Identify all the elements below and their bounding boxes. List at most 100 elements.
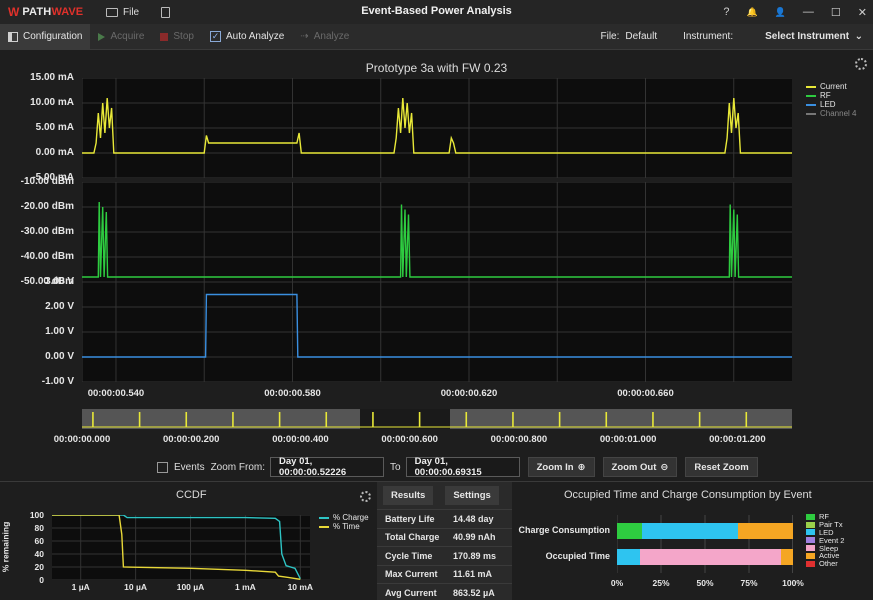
- occupied-category-label: Occupied Time: [545, 551, 610, 561]
- analyze-icon: ⇢: [300, 31, 309, 42]
- legend-swatch: [806, 560, 815, 567]
- stop-button[interactable]: Stop: [152, 24, 202, 50]
- occupied-x-tick: 25%: [652, 578, 670, 588]
- overview-tick-label: 00:00:00.200: [162, 434, 220, 445]
- folder-icon: [106, 7, 118, 17]
- minimize-icon[interactable]: —: [803, 6, 814, 18]
- ccdf-legend: % Charge% Time: [319, 513, 369, 531]
- occupied-plot[interactable]: [617, 515, 793, 573]
- ccdf-legend-item: % Charge: [319, 513, 369, 522]
- chevron-down-icon: ⌄: [851, 31, 863, 42]
- toolbar-right: File: Default Instrument: Select Instrum…: [601, 31, 873, 42]
- checkbox-checked-icon[interactable]: ✓: [209, 31, 221, 42]
- occupied-x-tick: 0%: [610, 578, 624, 588]
- reset-zoom-button[interactable]: Reset Zoom: [685, 457, 758, 477]
- y-tick-label: 0.00 mA: [35, 147, 74, 158]
- events-checkbox[interactable]: [157, 461, 168, 473]
- instrument-label: Instrument:: [683, 31, 734, 42]
- ccdf-series-line: [52, 514, 301, 580]
- ccdf-series-line: [52, 514, 301, 580]
- bar-segment-led: [641, 523, 739, 539]
- logo-text: PATH: [22, 6, 52, 18]
- current-plot[interactable]: [82, 78, 792, 178]
- legend-item: Channel 4: [806, 109, 856, 118]
- overview-tick-label: 00:00:00.400: [272, 434, 329, 445]
- zoom-in-label: Zoom In: [536, 461, 574, 473]
- legend-label: Other: [819, 559, 838, 569]
- analyze-button[interactable]: ⇢ Analyze: [292, 24, 357, 50]
- led-svg: [82, 282, 792, 382]
- legend-swatch: [806, 103, 816, 106]
- x-tick-label: 00:00:00.580: [264, 388, 321, 399]
- x-tick-label: 00:00:00.620: [440, 388, 498, 399]
- y-tick-label: -30.00 dBm: [20, 226, 74, 237]
- auto-analyze-toggle[interactable]: ✓ Auto Analyze: [202, 24, 292, 50]
- ccdf-y-tick: 100: [29, 510, 44, 520]
- rf-plot[interactable]: [82, 182, 792, 282]
- zoom-out-icon: ⊖: [660, 461, 669, 473]
- tab-settings[interactable]: Settings: [445, 486, 499, 505]
- stacked-bar[interactable]: [617, 523, 793, 539]
- overview-tick-label: 00:00:00.800: [490, 434, 548, 445]
- stacked-bar[interactable]: [617, 549, 793, 565]
- stop-label: Stop: [173, 31, 194, 42]
- play-icon: [98, 32, 106, 41]
- legend-swatch: [806, 513, 815, 520]
- zoom-from-input[interactable]: Day 01, 00:00:00.52226: [270, 456, 385, 478]
- close-icon[interactable]: ✕: [858, 6, 867, 19]
- legend-label: % Time: [333, 522, 360, 531]
- legend-swatch: [319, 525, 329, 528]
- user-icon[interactable]: 👤: [775, 7, 786, 18]
- results-table: Battery Life 14.48 day Total Charge 40.99 n…: [377, 509, 512, 600]
- results-row: Battery Life 14.48 day: [377, 509, 512, 528]
- help-icon[interactable]: ?: [723, 6, 729, 18]
- toolbar: Configuration Acquire Stop ✓ Auto Analyz…: [0, 23, 873, 50]
- instrument-select[interactable]: Select Instrument ⌄: [765, 31, 863, 42]
- series-line-current: [82, 97, 792, 154]
- legend-label: RF: [820, 91, 831, 100]
- results-key: Cycle Time: [385, 550, 433, 561]
- clipboard-icon[interactable]: [161, 6, 171, 18]
- gear-icon[interactable]: [855, 58, 867, 70]
- bottom-panels: CCDF % remaining 100 80 60 40 20 0 1 µA 10 µA 1…: [0, 481, 873, 600]
- y-tick-label: 1.00 V: [45, 326, 74, 337]
- title-bar: W PATH WAVE File Event-Based Power Analys…: [0, 0, 873, 24]
- results-value: 14.48 day: [453, 513, 494, 524]
- results-row: Max Current 11.61 mA: [377, 564, 512, 584]
- ccdf-x-tick: 100 µA: [176, 582, 205, 592]
- overview-tick-label: 00:00:00.000: [53, 434, 111, 445]
- instrument-select-value: Select Instrument: [765, 31, 850, 42]
- occupied-legend: RF Pair Tx LED Event 2 Sleep Active Other: [806, 512, 844, 569]
- ccdf-y-tick: 60: [34, 536, 44, 546]
- ccdf-legend-item: % Time: [319, 522, 369, 531]
- x-tick-label: 00:00:00.660: [617, 388, 674, 399]
- overview-strip[interactable]: [82, 409, 792, 429]
- ccdf-gear-icon[interactable]: [360, 491, 371, 502]
- tab-results[interactable]: Results: [383, 486, 434, 505]
- y-tick-label: -40.00 dBm: [20, 251, 74, 262]
- rf-svg: [82, 182, 792, 282]
- led-plot[interactable]: [82, 282, 792, 382]
- bar-segment-led: [617, 549, 640, 565]
- legend-swatch: [806, 552, 815, 559]
- acquire-button[interactable]: Acquire: [90, 24, 152, 50]
- zoom-to-input[interactable]: Day 01, 00:00:00.69315: [405, 456, 520, 478]
- x-tick-label: 00:00:00.540: [87, 388, 145, 399]
- overview-tick-label: 00:00:01.000: [599, 434, 657, 445]
- file-menu[interactable]: File: [106, 7, 139, 18]
- stop-icon: [160, 32, 169, 41]
- zoom-to-label: To: [390, 461, 401, 473]
- maximize-icon[interactable]: ☐: [831, 6, 841, 19]
- occupied-category-label: Charge Consumption: [518, 525, 611, 535]
- notification-icon[interactable]: 🔔: [746, 7, 757, 18]
- ccdf-y-tick: 0: [39, 575, 44, 585]
- ccdf-plot[interactable]: [52, 514, 310, 581]
- legend-swatch: [806, 521, 815, 528]
- zoom-out-button[interactable]: Zoom Out ⊖: [602, 457, 678, 477]
- overview-tick-label: 00:00:01.200: [709, 434, 766, 445]
- configuration-button[interactable]: Configuration: [0, 23, 91, 50]
- zoom-in-button[interactable]: Zoom In ⊕: [527, 457, 595, 477]
- legend-swatch: [806, 94, 816, 97]
- window-controls: ? 🔔 👤 — ☐ ✕: [723, 0, 867, 24]
- ccdf-x-tick: 10 mA: [287, 582, 314, 592]
